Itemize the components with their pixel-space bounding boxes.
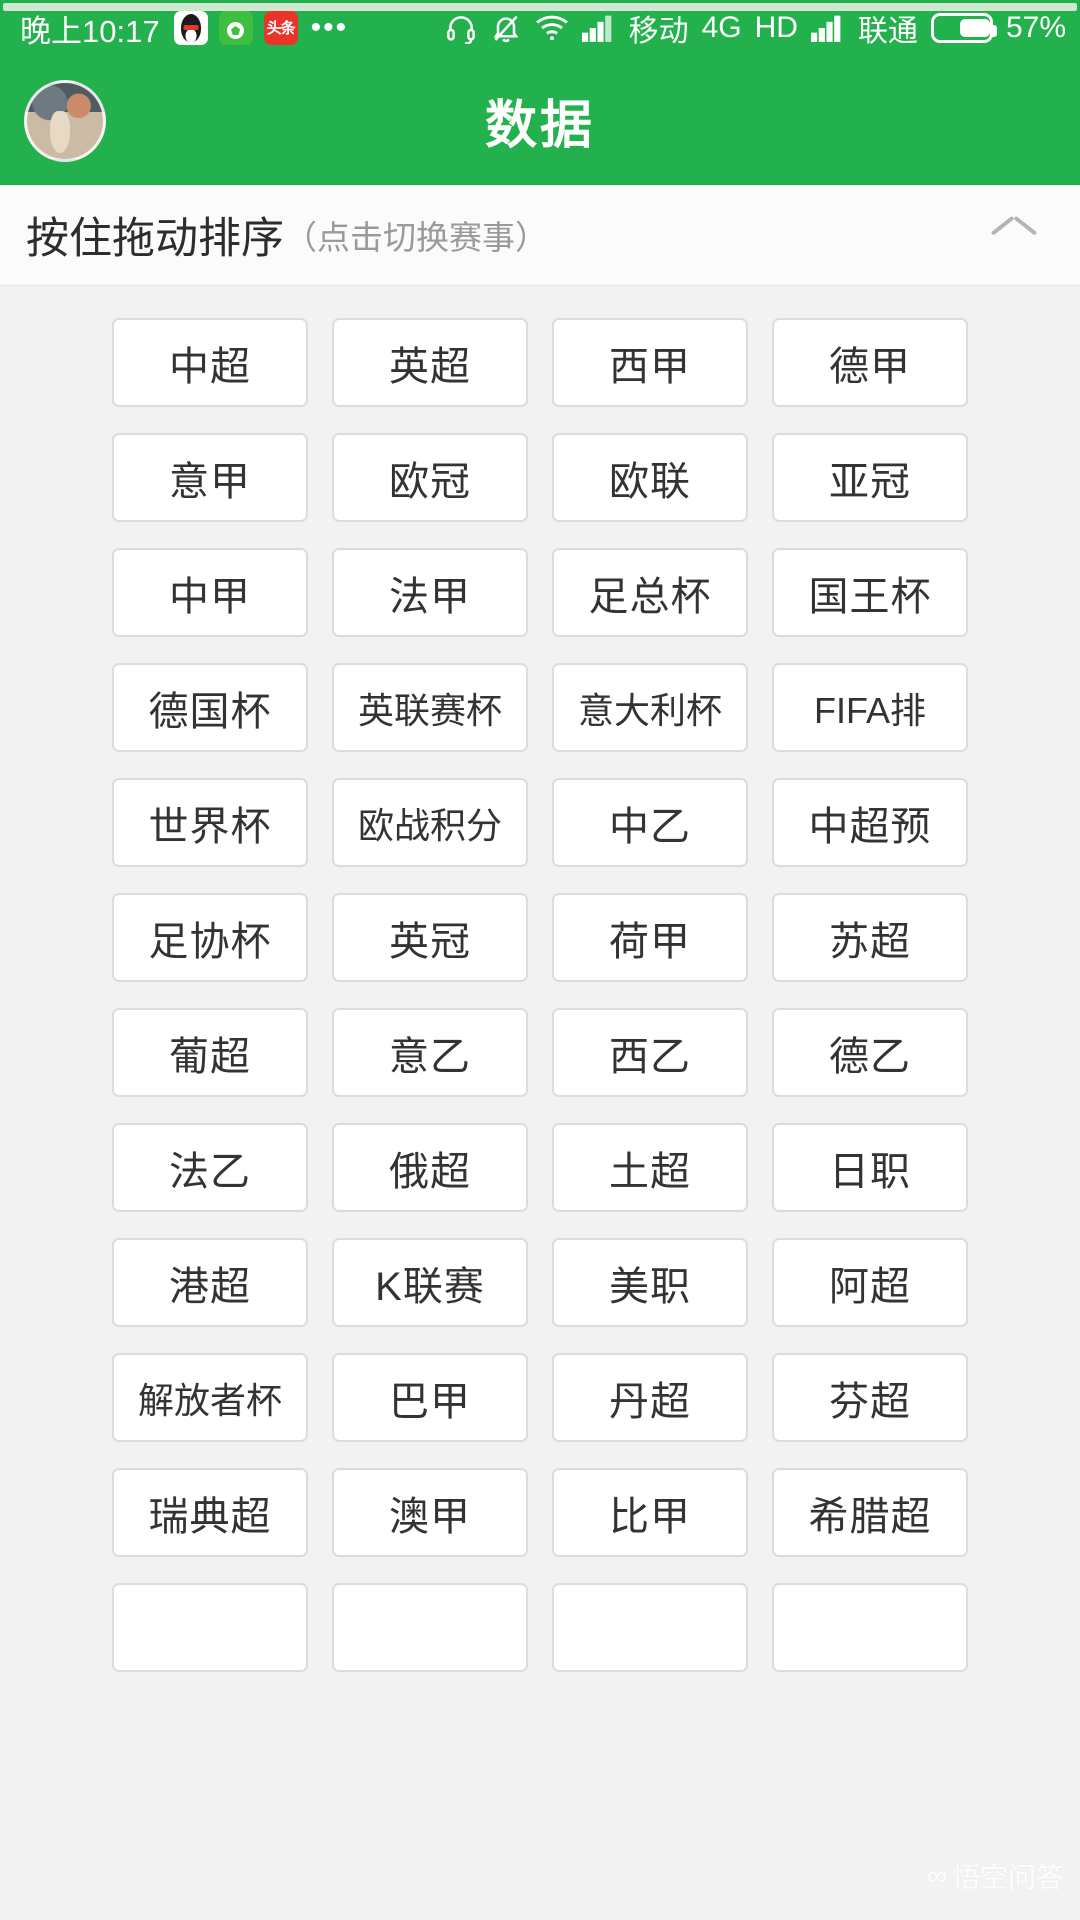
league-cell[interactable]: 足协杯 — [112, 893, 308, 982]
league-cell[interactable]: 德甲 — [772, 318, 968, 407]
battery-percent-label: 57% — [1005, 11, 1066, 44]
league-cell[interactable]: 苏超 — [772, 893, 968, 982]
league-cell[interactable] — [332, 1583, 528, 1672]
league-cell[interactable]: FIFA排 — [772, 663, 968, 752]
league-cell[interactable]: 俄超 — [332, 1123, 528, 1212]
wifi-icon — [535, 14, 569, 42]
league-cell[interactable]: 荷甲 — [552, 893, 748, 982]
overflow-dots-icon: ••• — [310, 11, 349, 44]
league-cell[interactable]: 希腊超 — [772, 1468, 968, 1557]
toutiao-icon: 头条 — [263, 11, 298, 45]
carrier-1-label: 移动 — [628, 15, 689, 48]
league-cell[interactable]: 意乙 — [332, 1008, 528, 1097]
sort-header-bar[interactable]: 按住拖动排序 （点击切换赛事） — [0, 185, 1080, 286]
league-cell[interactable]: 西乙 — [552, 1008, 748, 1097]
league-cell[interactable] — [772, 1583, 968, 1672]
soccer-app-icon — [3, 3, 1077, 45]
league-cell[interactable]: 比甲 — [552, 1468, 748, 1557]
league-cell[interactable]: 德国杯 — [112, 663, 308, 752]
league-cell[interactable]: 欧冠 — [332, 433, 528, 522]
league-cell[interactable]: 国王杯 — [772, 548, 968, 637]
headset-icon — [445, 12, 477, 44]
status-right-cluster: 移动 4G HD 联通 57% — [445, 6, 1066, 50]
sort-header-title: 按住拖动排序 — [26, 215, 284, 263]
league-cell[interactable]: 葡超 — [112, 1008, 308, 1097]
league-cell[interactable]: 欧战积分 — [332, 778, 528, 867]
league-cell[interactable]: 中超 — [112, 318, 308, 407]
league-cell[interactable]: K联赛 — [332, 1238, 528, 1327]
league-cell[interactable] — [552, 1583, 748, 1672]
league-cell[interactable]: 中超预 — [772, 778, 968, 867]
sort-header-subtitle: （点击切换赛事） — [284, 219, 548, 256]
league-cell[interactable]: 巴甲 — [332, 1353, 528, 1442]
status-time: 晚上10:17 — [20, 13, 160, 49]
network-type-label: 4G — [701, 11, 742, 44]
league-cell[interactable]: 澳甲 — [332, 1468, 528, 1557]
league-cell[interactable]: 亚冠 — [772, 433, 968, 522]
league-cell[interactable]: 意大利杯 — [552, 663, 748, 752]
league-cell[interactable]: 西甲 — [552, 318, 748, 407]
league-cell[interactable]: 美职 — [552, 1238, 748, 1327]
league-cell[interactable]: 芬超 — [772, 1353, 968, 1442]
league-cell[interactable]: 日职 — [772, 1123, 968, 1212]
league-cell[interactable]: 足总杯 — [552, 548, 748, 637]
league-grid: 中超 英超 西甲 德甲意甲 欧冠 欧联 亚冠中甲 法甲 足总杯 国王杯德国杯 英联赛杯 意大利杯 FIF… — [0, 287, 1080, 1672]
status-bar: 晚上10:17 头条 ••• 移动 4G HD 联通 57% — [0, 0, 1080, 56]
page-title: 数据 — [484, 97, 595, 155]
league-cell[interactable]: 英冠 — [332, 893, 528, 982]
signal-bars-icon — [581, 14, 616, 42]
battery-icon — [930, 13, 997, 43]
league-cell[interactable]: 欧联 — [552, 433, 748, 522]
league-cell[interactable]: 土超 — [552, 1123, 748, 1212]
league-cell[interactable] — [112, 1583, 308, 1672]
league-grid-scroll-area[interactable]: 中超 英超 西甲 德甲意甲 欧冠 欧联 亚冠中甲 法甲 足总杯 国王杯德国杯 英联赛杯 意大利杯 FIF… — [0, 287, 1080, 1920]
signal-bars-icon — [810, 14, 845, 42]
league-cell[interactable]: 德乙 — [772, 1008, 968, 1097]
league-cell[interactable]: 解放者杯 — [112, 1353, 308, 1442]
league-cell[interactable]: 法甲 — [332, 548, 528, 637]
league-cell[interactable]: 中乙 — [552, 778, 748, 867]
app-bar: 数据 — [0, 56, 1080, 185]
league-cell[interactable]: 港超 — [112, 1238, 308, 1327]
chevron-up-icon[interactable] — [992, 222, 1036, 248]
league-cell[interactable]: 瑞典超 — [112, 1468, 308, 1557]
league-cell[interactable]: 意甲 — [112, 433, 308, 522]
status-app-icons: 头条 ••• — [3, 3, 1077, 45]
league-cell[interactable]: 法乙 — [112, 1123, 308, 1212]
league-cell[interactable]: 英联赛杯 — [332, 663, 528, 752]
carrier-2-label: 联通 — [857, 15, 918, 48]
hd-label: HD — [754, 11, 798, 44]
league-cell[interactable]: 阿超 — [772, 1238, 968, 1327]
league-cell[interactable]: 世界杯 — [112, 778, 308, 867]
qq-icon — [173, 11, 208, 45]
league-cell[interactable]: 丹超 — [552, 1353, 748, 1442]
league-cell[interactable]: 中甲 — [112, 548, 308, 637]
bell-muted-icon — [490, 12, 522, 44]
league-cell[interactable]: 英超 — [332, 318, 528, 407]
